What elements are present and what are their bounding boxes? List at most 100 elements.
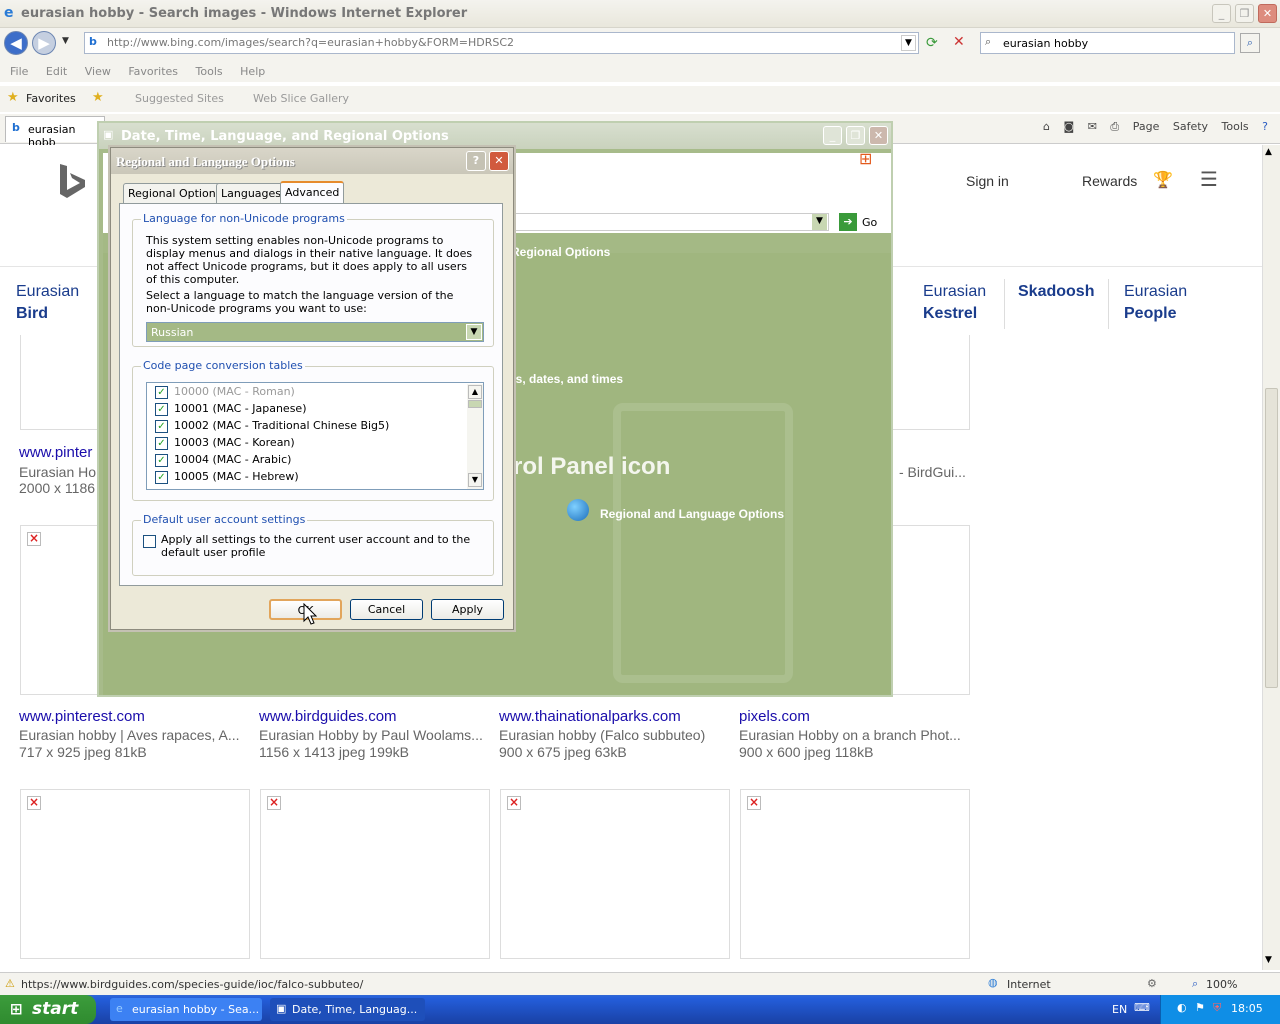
tray-network-icon[interactable]: ◐ (1177, 1001, 1187, 1014)
safety-menu[interactable]: Safety (1173, 120, 1208, 133)
language-indicator[interactable]: EN (1112, 1003, 1127, 1016)
protected-mode-icon[interactable]: ⚙ (1147, 977, 1157, 990)
help-icon[interactable]: ? (1262, 120, 1268, 133)
menu-edit[interactable]: Edit (46, 65, 67, 78)
search-input[interactable]: eurasian hobby (1003, 37, 1088, 50)
related-chip-eurasian-bird[interactable]: Eurasian Bird (16, 281, 79, 325)
keyboard-icon[interactable]: ⌨ (1134, 1001, 1150, 1014)
page-scrollbar[interactable]: ▲ ▼ (1262, 145, 1280, 970)
refresh-icon[interactable]: ⟳ (926, 35, 938, 51)
apply-all-checkbox[interactable] (143, 535, 156, 548)
search-go-icon[interactable]: ⌕ (1240, 33, 1260, 53)
forward-button[interactable]: ▶ (32, 31, 56, 55)
code-page-checkbox[interactable]: ✓ (155, 470, 168, 484)
start-button[interactable]: ⊞ start (0, 995, 96, 1024)
related-chip-eurasian-kestrel[interactable]: Eurasian Kestrel (923, 281, 986, 325)
cp-minimize-button[interactable]: _ (823, 126, 842, 145)
close-button[interactable]: ✕ (1258, 4, 1277, 23)
scroll-down-icon[interactable]: ▼ (1265, 955, 1272, 965)
taskbar-item-date-time[interactable]: ▣ Date, Time, Languag... (270, 998, 425, 1021)
add-favorite-icon[interactable]: ★ (92, 90, 104, 105)
image-source-link[interactable]: www.thainationalparks.com (499, 708, 681, 725)
list-scroll-up-icon[interactable]: ▲ (468, 385, 482, 399)
cp-maximize-button[interactable]: ❐ (846, 126, 865, 145)
tab-eurasian-hobby[interactable]: b eurasian hobb (5, 116, 105, 149)
menu-view[interactable]: View (85, 65, 111, 78)
search-box[interactable]: ⌕ eurasian hobby (980, 32, 1235, 54)
web-slice-gallery-link[interactable]: Web Slice Gallery (253, 92, 349, 105)
dialog-close-button[interactable]: ✕ (489, 151, 509, 171)
recent-pages-dropdown-icon[interactable]: ▼ (62, 36, 69, 46)
code-page-item[interactable]: ✓ 10000 (MAC - Roman) (155, 385, 295, 402)
image-result-box[interactable]: × (740, 789, 970, 959)
code-page-checkbox[interactable]: ✓ (155, 419, 168, 433)
code-page-checkbox[interactable]: ✓ (155, 453, 168, 467)
page-menu[interactable]: Page (1133, 120, 1160, 133)
feeds-icon[interactable]: ◙ (1064, 120, 1075, 133)
code-page-checkbox[interactable]: ✓ (155, 385, 168, 399)
bing-logo[interactable] (58, 162, 88, 200)
code-page-list[interactable]: ✓ 10000 (MAC - Roman) ✓ 10001 (MAC - Japan… (146, 382, 484, 490)
list-scroll-thumb[interactable] (468, 400, 482, 408)
rewards-trophy-icon[interactable]: 🏆 (1153, 170, 1173, 189)
tab-advanced[interactable]: Advanced (280, 181, 345, 204)
code-page-checkbox[interactable]: ✓ (155, 436, 168, 450)
zoom-icon[interactable]: ⌕ (1192, 977, 1198, 991)
menu-file[interactable]: File (10, 65, 28, 78)
code-page-item[interactable]: ✓ 10003 (MAC - Korean) (155, 436, 295, 453)
scroll-up-icon[interactable]: ▲ (1265, 147, 1272, 157)
dialog-help-button[interactable]: ? (466, 151, 486, 171)
cp-go-button[interactable]: Go (862, 216, 877, 229)
language-select[interactable]: Russian ▼ (146, 322, 484, 342)
code-page-checkbox[interactable]: ✓ (155, 402, 168, 416)
tools-menu[interactable]: Tools (1222, 120, 1249, 133)
stop-icon[interactable]: ✕ (953, 34, 965, 50)
list-scroll-down-icon[interactable]: ▼ (468, 473, 482, 487)
back-button[interactable]: ◀ (4, 31, 28, 55)
tray-shield-icon[interactable]: ⛨ (1213, 1001, 1221, 1015)
menu-tools[interactable]: Tools (196, 65, 223, 78)
tab-languages[interactable]: Languages (216, 183, 287, 203)
menu-help[interactable]: Help (240, 65, 265, 78)
zoom-level[interactable]: 100% (1206, 978, 1237, 991)
code-page-item[interactable]: ✓ 10005 (MAC - Hebrew) (155, 470, 299, 487)
address-dropdown-icon[interactable]: ▼ (901, 35, 916, 51)
code-page-item[interactable]: ✓ 10001 (MAC - Japanese) (155, 402, 306, 419)
tab-regional-options[interactable]: Regional Options (123, 183, 227, 203)
scrollbar-thumb[interactable] (1265, 388, 1278, 688)
rewards-link[interactable]: Rewards (1082, 173, 1137, 189)
print-icon[interactable]: ⎙ (1110, 120, 1119, 133)
related-chip-skadoosh[interactable]: Skadoosh (1018, 281, 1094, 303)
apply-button[interactable]: Apply (431, 599, 504, 620)
language-select-dropdown-icon[interactable]: ▼ (466, 324, 482, 340)
regional-language-options-link[interactable]: Regional and Language Options (600, 507, 784, 521)
taskbar-item-ie[interactable]: e eurasian hobby - Sea... (110, 998, 262, 1021)
hamburger-menu-icon[interactable]: ☰ (1200, 167, 1218, 191)
code-page-scrollbar[interactable]: ▲ ▼ (467, 384, 483, 489)
code-page-item[interactable]: ✓ 10002 (MAC - Traditional Chinese Big5) (155, 419, 389, 436)
suggested-sites-link[interactable]: Suggested Sites (135, 92, 224, 105)
go-arrow-icon[interactable]: ➔ (839, 213, 857, 231)
image-result-box[interactable]: × (500, 789, 730, 959)
image-source-link[interactable]: www.pinter (19, 444, 92, 461)
code-page-item[interactable]: ✓ 10004 (MAC - Arabic) (155, 453, 291, 470)
image-result-box[interactable]: × (20, 789, 250, 959)
cp-address-dropdown-icon[interactable]: ▼ (812, 214, 827, 230)
favorites-button[interactable]: Favorites (26, 92, 76, 105)
minimize-button[interactable]: _ (1212, 4, 1231, 23)
home-icon[interactable]: ⌂ (1043, 120, 1050, 133)
related-chip-eurasian-people[interactable]: Eurasian People (1124, 281, 1187, 325)
maximize-button[interactable]: ❐ (1235, 4, 1254, 23)
cp-close-button[interactable]: ✕ (869, 126, 888, 145)
sign-in-link[interactable]: Sign in (966, 173, 1009, 189)
menu-favorites[interactable]: Favorites (128, 65, 178, 78)
image-result-box[interactable]: × (260, 789, 490, 959)
cancel-button[interactable]: Cancel (350, 599, 423, 620)
image-source-link[interactable]: pixels.com (739, 708, 810, 725)
read-mail-icon[interactable]: ✉ (1088, 120, 1097, 133)
cp-address-bar[interactable]: ▼ (513, 213, 829, 231)
address-bar[interactable]: b http://www.bing.com/images/search?q=eu… (84, 32, 919, 54)
image-source-link[interactable]: www.pinterest.com (19, 708, 145, 725)
image-source-link[interactable]: www.birdguides.com (259, 708, 397, 725)
tray-security-icon[interactable]: ⚑ (1195, 1001, 1205, 1014)
